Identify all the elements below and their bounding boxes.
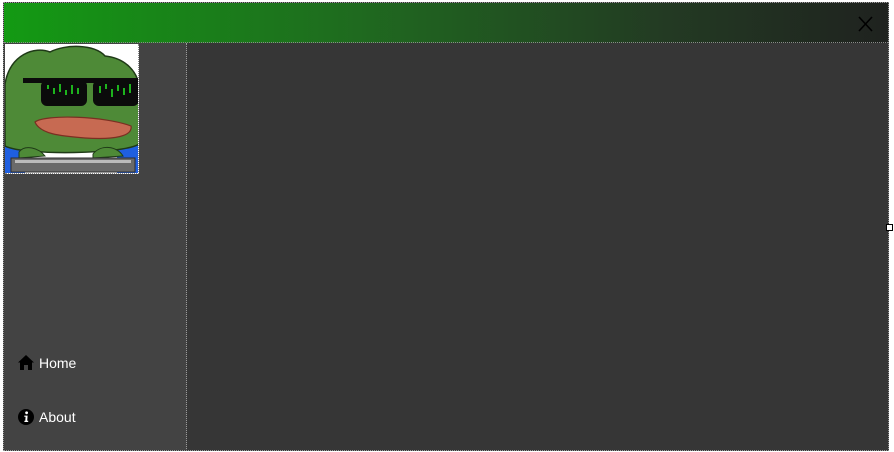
info-icon bbox=[17, 408, 35, 426]
sidebar-item-label: About bbox=[39, 409, 76, 425]
avatar bbox=[5, 44, 139, 174]
title-bar[interactable] bbox=[4, 3, 888, 43]
sidebar-item-about[interactable]: About bbox=[4, 397, 186, 437]
sidebar-item-label: Home bbox=[39, 355, 77, 371]
app-window: Home About bbox=[3, 2, 889, 451]
home-icon bbox=[17, 354, 35, 372]
close-button[interactable] bbox=[854, 12, 878, 36]
sidebar-item-home[interactable]: Home bbox=[4, 343, 186, 383]
sidebar: Home About bbox=[4, 43, 187, 450]
close-icon bbox=[858, 16, 873, 32]
resize-handle[interactable] bbox=[886, 224, 893, 231]
main-content-area bbox=[187, 43, 888, 450]
avatar-image bbox=[5, 44, 138, 173]
